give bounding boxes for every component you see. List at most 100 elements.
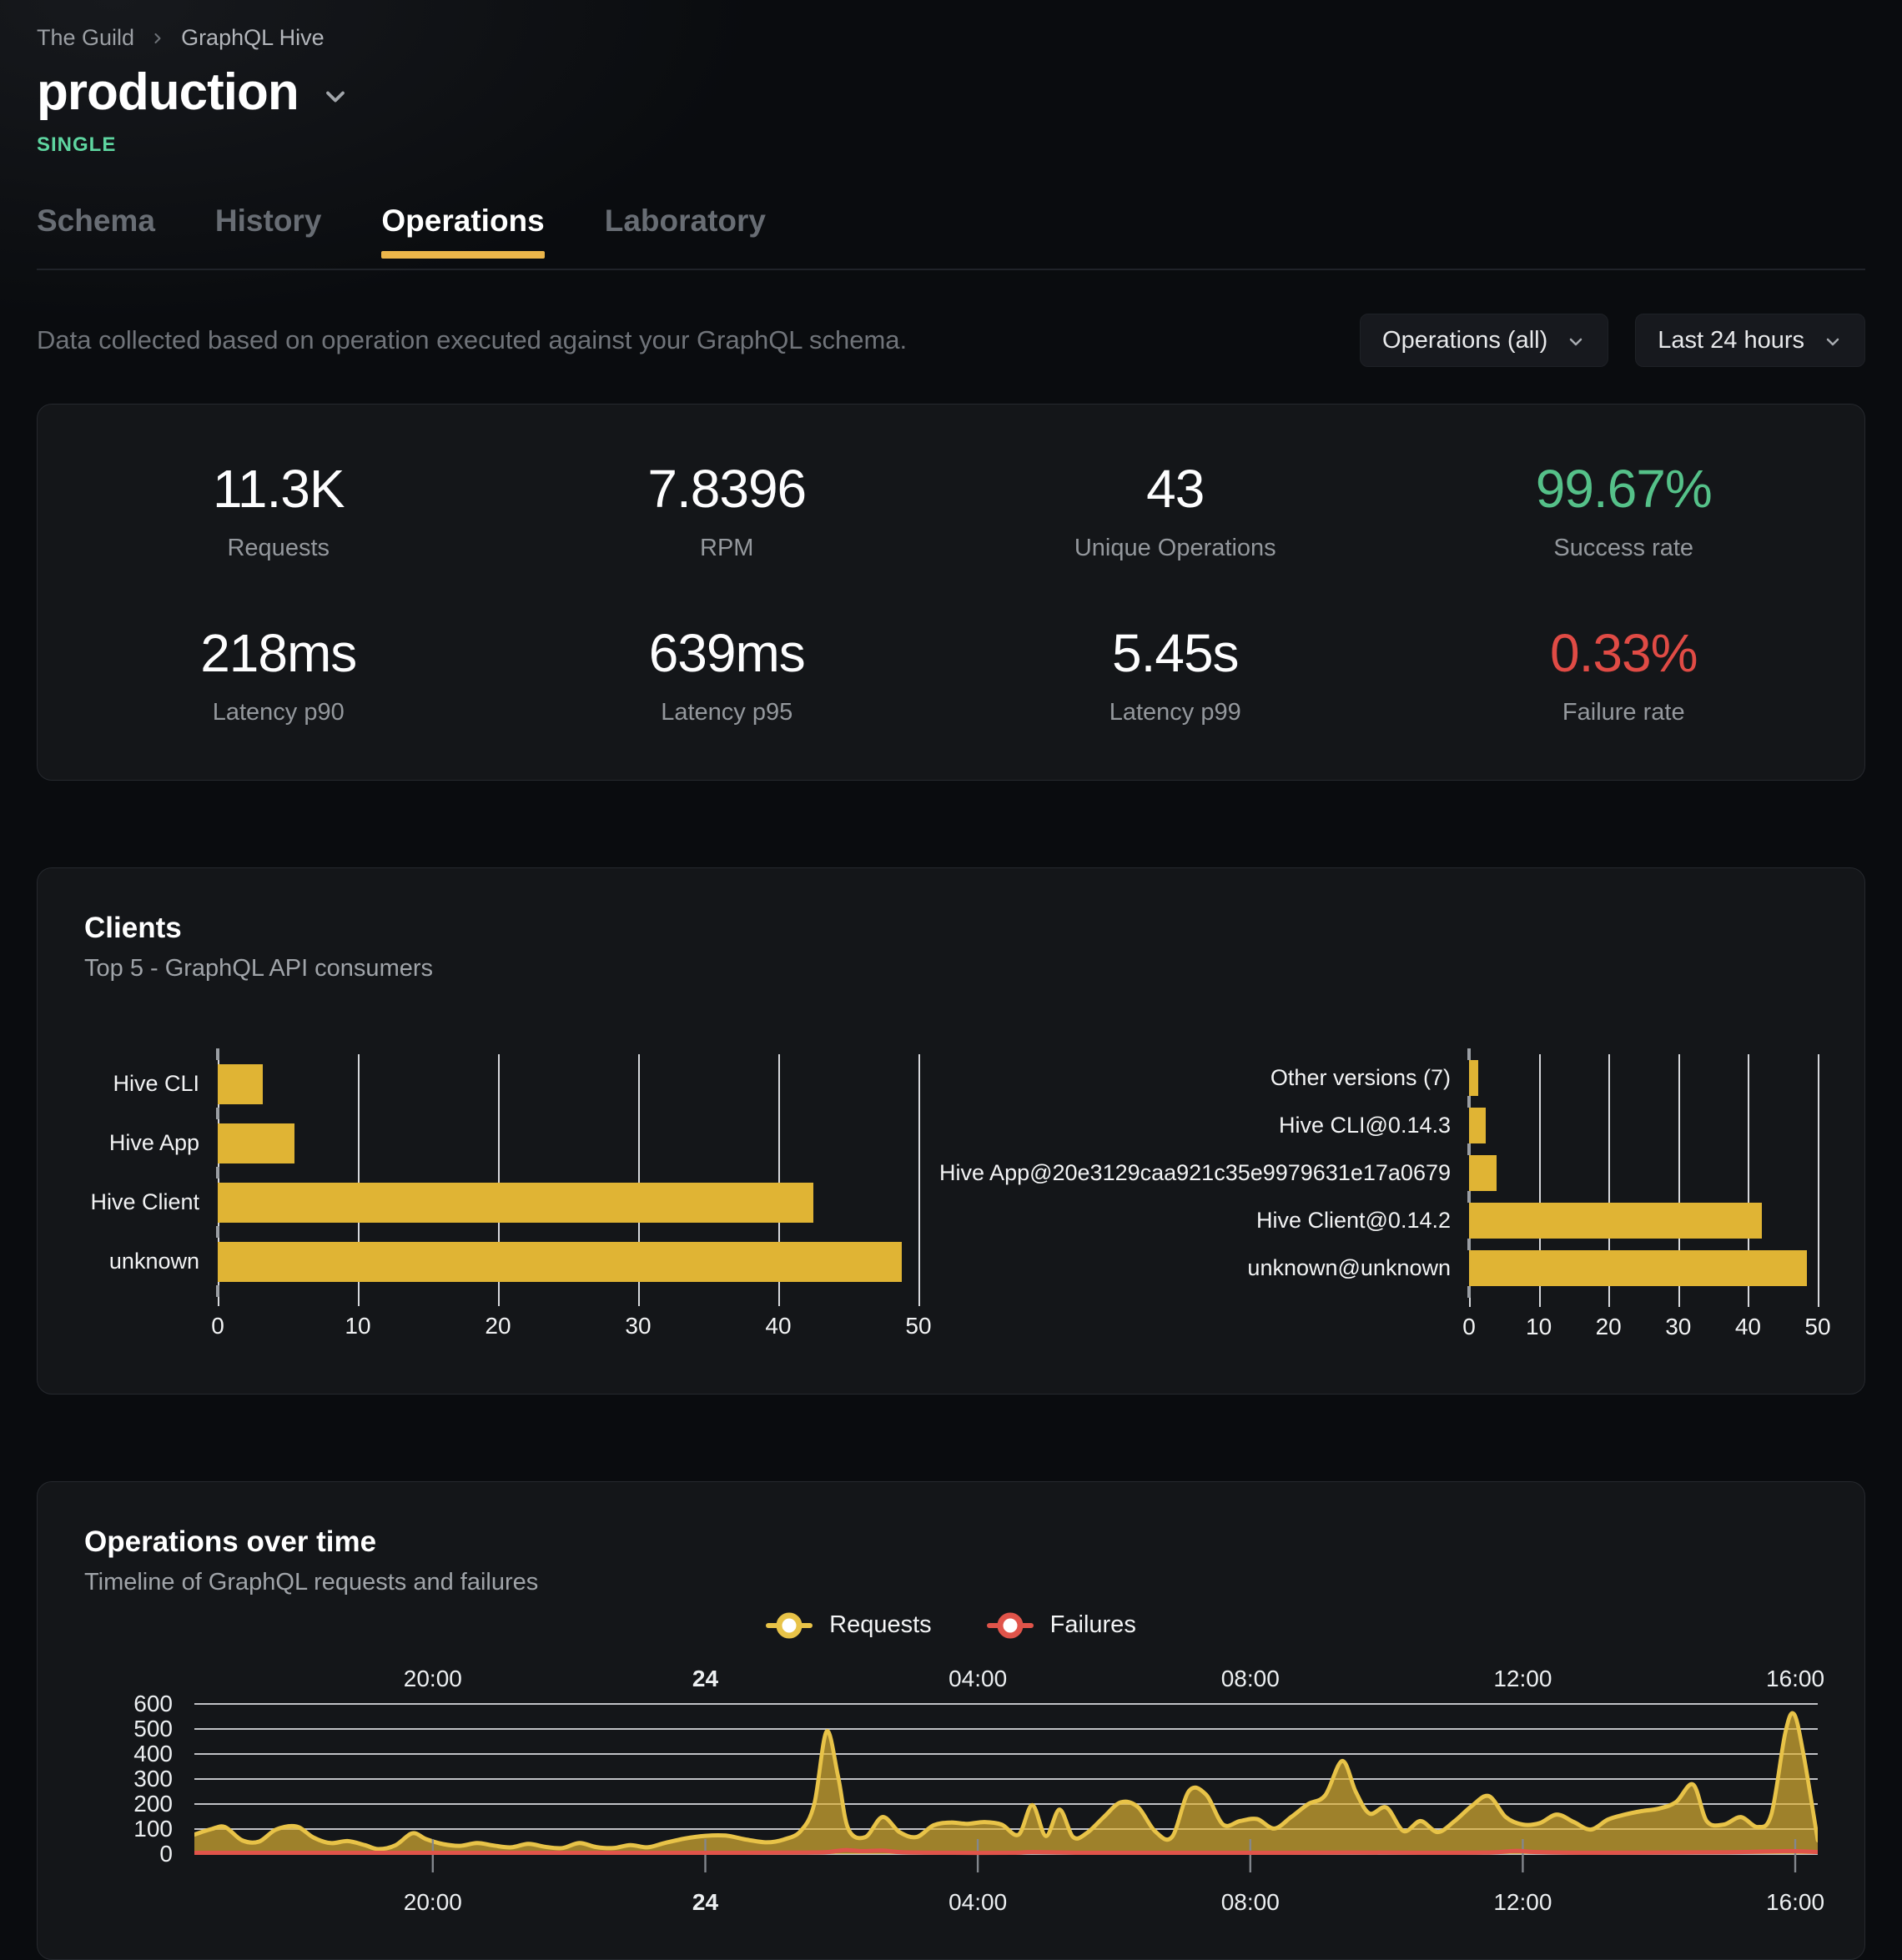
- requests-area: [194, 1713, 1818, 1854]
- bar-plot-area: 01020304050: [1469, 1054, 1818, 1347]
- chevron-down-icon: [1566, 329, 1586, 352]
- axis-tick: [216, 1108, 219, 1119]
- axis-tick-label: 30: [625, 1313, 651, 1339]
- chevron-down-icon[interactable]: [320, 73, 350, 112]
- clients-by-version-chart: Other versions (7)Hive CLI@0.14.3Hive Ap…: [969, 1054, 1818, 1347]
- stat-label: Requests: [54, 535, 503, 562]
- axis-tick: [216, 1167, 219, 1179]
- axis-tick: [216, 1285, 219, 1297]
- page-title: production: [37, 63, 299, 122]
- page-description: Data collected based on operation execut…: [37, 325, 907, 355]
- controls-row: Data collected based on operation execut…: [37, 314, 1865, 367]
- bar: [218, 1123, 294, 1163]
- tab-schema[interactable]: Schema: [37, 204, 155, 269]
- operations-subtitle: Timeline of GraphQL requests and failure…: [84, 1569, 1818, 1596]
- breadcrumb-project[interactable]: GraphQL Hive: [181, 25, 325, 51]
- y-axis-label: 500: [133, 1716, 173, 1742]
- axis-tick: [1467, 1286, 1471, 1298]
- stat-value: 639ms: [503, 622, 952, 684]
- tab-laboratory[interactable]: Laboratory: [605, 204, 766, 269]
- stat-label: Latency p95: [503, 699, 952, 726]
- clients-subtitle: Top 5 - GraphQL API consumers: [84, 955, 1818, 983]
- bar: [1469, 1250, 1807, 1286]
- x-axis-label: 20:00: [404, 1666, 462, 1692]
- legend-item-failures[interactable]: Failures: [987, 1611, 1136, 1639]
- breadcrumb-org[interactable]: The Guild: [37, 25, 134, 51]
- chevron-right-icon: [149, 30, 166, 47]
- category-labels: Hive CLIHive AppHive Clientunknown: [84, 1054, 218, 1291]
- bar-row: [1469, 1197, 1818, 1244]
- category-label: Other versions (7): [969, 1054, 1469, 1102]
- category-label: unknown: [84, 1232, 218, 1291]
- bar-rows: [1469, 1054, 1818, 1292]
- x-axis-label: 24: [692, 1666, 718, 1692]
- legend-item-requests[interactable]: Requests: [766, 1611, 932, 1639]
- bar-row: [218, 1232, 918, 1291]
- tab-operations[interactable]: Operations: [381, 204, 544, 269]
- legend-label: Requests: [829, 1611, 932, 1639]
- y-axis-label: 200: [133, 1791, 173, 1817]
- y-axis-label: 100: [133, 1816, 173, 1842]
- timeline-body: 0100200300400500600: [84, 1699, 1818, 1876]
- operations-filter-value: Operations (all): [1382, 327, 1547, 354]
- y-axis-label: 300: [133, 1766, 173, 1792]
- axis-tick: [1467, 1048, 1471, 1060]
- bar: [218, 1064, 263, 1104]
- x-axis-label: 04:00: [948, 1889, 1007, 1916]
- axis-tick: [216, 1048, 219, 1060]
- chevron-down-icon: [1823, 329, 1843, 352]
- gridline: [918, 1054, 920, 1306]
- axis-tick-label: 0: [211, 1313, 224, 1339]
- axis-tick-label: 20: [1596, 1314, 1622, 1340]
- category-label: Hive Client@0.14.2: [969, 1197, 1469, 1244]
- x-axis-label: 08:00: [1221, 1666, 1280, 1692]
- clients-card: Clients Top 5 - GraphQL API consumers Hi…: [37, 867, 1865, 1395]
- bar-row: [1469, 1149, 1818, 1197]
- stat-label: Unique Operations: [951, 535, 1400, 562]
- bar: [1469, 1060, 1478, 1096]
- operations-title: Operations over time: [84, 1525, 1818, 1559]
- clients-title: Clients: [84, 912, 1818, 945]
- bar-row: [218, 1054, 918, 1113]
- bar: [1469, 1203, 1762, 1239]
- y-axis-label: 600: [133, 1691, 173, 1717]
- x-axis: 01020304050: [1469, 1314, 1818, 1347]
- target-selector[interactable]: production: [37, 63, 1865, 122]
- timeline-bottom-axis: 20:002404:0008:0012:0016:00: [194, 1876, 1818, 1912]
- bar: [1469, 1155, 1497, 1191]
- stat-failure-rate: 0.33% Failure rate: [1400, 622, 1849, 726]
- stat-requests: 11.3K Requests: [54, 458, 503, 562]
- stat-label: Success rate: [1400, 535, 1849, 562]
- axis-tick: [1467, 1191, 1471, 1203]
- x-axis-label: 16:00: [1766, 1889, 1824, 1916]
- stat-value: 99.67%: [1400, 458, 1849, 520]
- category-label: unknown@unknown: [969, 1244, 1469, 1292]
- tab-history[interactable]: History: [215, 204, 321, 269]
- category-label: Hive CLI@0.14.3: [969, 1102, 1469, 1149]
- category-label: Hive App: [84, 1113, 218, 1173]
- stat-label: Failure rate: [1400, 699, 1849, 726]
- timeline-legend: Requests Failures: [84, 1611, 1818, 1639]
- bar: [218, 1183, 813, 1223]
- bar: [1469, 1108, 1486, 1143]
- bar-rows: [218, 1054, 918, 1291]
- dashboard-page: The Guild GraphQL Hive production SINGLE…: [0, 0, 1902, 1960]
- axis-tick: [1467, 1096, 1471, 1108]
- stat-value: 0.33%: [1400, 622, 1849, 684]
- breadcrumb: The Guild GraphQL Hive: [37, 0, 1865, 51]
- x-axis-label: 20:00: [404, 1889, 462, 1916]
- x-axis-label: 12:00: [1493, 1666, 1552, 1692]
- axis-tick-label: 0: [1462, 1314, 1476, 1340]
- timeline-svg: [194, 1699, 1818, 1876]
- time-range-select[interactable]: Last 24 hours: [1635, 314, 1865, 367]
- failures-marker-icon: [987, 1613, 1034, 1638]
- stat-unique-operations: 43 Unique Operations: [951, 458, 1400, 562]
- x-axis: 01020304050: [218, 1313, 918, 1346]
- time-range-value: Last 24 hours: [1658, 327, 1804, 354]
- axis-tick-label: 30: [1665, 1314, 1691, 1340]
- category-label: Hive Client: [84, 1173, 218, 1232]
- stat-latency-p90: 218ms Latency p90: [54, 622, 503, 726]
- clients-charts: Hive CLIHive AppHive Clientunknown 01020…: [84, 1054, 1818, 1347]
- operations-filter-select[interactable]: Operations (all): [1360, 314, 1608, 367]
- stat-value: 11.3K: [54, 458, 503, 520]
